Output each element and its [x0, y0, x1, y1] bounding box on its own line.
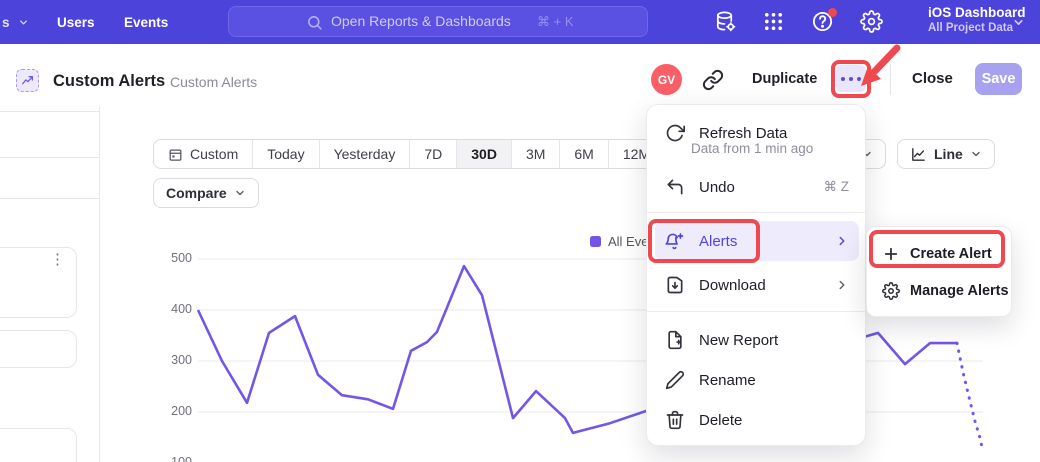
- sidebar-card[interactable]: [0, 247, 77, 318]
- chevron-right-icon: [835, 278, 849, 292]
- range-30d-selected[interactable]: 30D: [457, 140, 512, 168]
- sidebar-divider: [0, 111, 99, 112]
- nav-boards-partial[interactable]: s: [2, 0, 29, 44]
- copy-link-icon[interactable]: [702, 69, 724, 91]
- project-switcher[interactable]: iOS Dashboard All Project Data: [928, 5, 1026, 34]
- save-button[interactable]: Save: [975, 63, 1022, 95]
- line-chart-icon: [910, 146, 927, 163]
- report-icon: [16, 69, 39, 92]
- y-tick-label: 300: [150, 353, 192, 367]
- undo-shortcut: ⌘ Z: [824, 179, 850, 195]
- legend-swatch: [590, 236, 601, 247]
- gear-icon: [882, 282, 900, 300]
- menu-item-download[interactable]: Download: [655, 265, 859, 305]
- pencil-icon: [665, 370, 685, 390]
- series-line-dotted: [957, 343, 982, 447]
- y-tick-label: 500: [150, 251, 192, 265]
- download-icon: [665, 275, 685, 295]
- menu-item-alerts[interactable]: Alerts: [655, 221, 859, 261]
- app-window: 100200300400500 All Events - Total s Use…: [0, 0, 1040, 462]
- trash-icon: [665, 410, 685, 430]
- project-title: iOS Dashboard: [928, 5, 1026, 20]
- menu-item-rename[interactable]: Rename: [655, 362, 859, 398]
- y-tick-label: 200: [150, 404, 192, 418]
- search-icon: [306, 14, 323, 31]
- data-management-icon[interactable]: [714, 10, 737, 33]
- menu-item-undo[interactable]: Undo ⌘ Z: [655, 169, 859, 205]
- avatar[interactable]: GV: [651, 64, 682, 95]
- range-3m[interactable]: 3M: [512, 140, 560, 168]
- breadcrumb: Custom Alerts: [170, 74, 257, 90]
- range-today[interactable]: Today: [253, 140, 319, 168]
- y-tick-label: 400: [150, 302, 192, 316]
- sidebar-divider: [0, 198, 99, 199]
- kebab-menu-icon[interactable]: ⋮: [50, 256, 64, 264]
- chevron-down-icon: [234, 187, 246, 199]
- menu-divider: [647, 212, 867, 213]
- submenu-item-create-alert[interactable]: Create Alert: [874, 237, 1006, 271]
- page-title: Custom Alerts: [53, 72, 165, 91]
- search-input[interactable]: Open Reports & Dashboards ⌘ + K: [228, 6, 648, 37]
- top-navbar: s Users Events Open Reports & Dashboards…: [0, 0, 1040, 44]
- menu-item-refresh-sublabel: Data from 1 min ago: [691, 141, 813, 156]
- y-tick-label: 100: [150, 455, 192, 462]
- undo-icon: [665, 177, 685, 197]
- submenu-item-manage-alerts[interactable]: Manage Alerts: [874, 274, 1006, 308]
- refresh-icon: [665, 123, 685, 143]
- sidebar-card[interactable]: [0, 330, 77, 368]
- nav-item-users[interactable]: Users: [57, 0, 95, 44]
- nav-item-events[interactable]: Events: [124, 0, 168, 44]
- search-shortcut: ⌘ + K: [537, 14, 574, 30]
- menu-divider: [647, 311, 867, 312]
- chevron-down-icon: [18, 17, 29, 28]
- plus-icon: [882, 245, 900, 263]
- notification-badge: [828, 8, 837, 17]
- menu-item-delete[interactable]: Delete: [655, 402, 859, 438]
- sidebar-divider: [0, 157, 99, 158]
- chevron-down-icon: [970, 148, 982, 160]
- more-options-menu: Refresh Data Data from 1 min ago Undo ⌘ …: [646, 104, 866, 446]
- project-chevron-down-icon[interactable]: [1012, 16, 1025, 29]
- apps-grid-icon[interactable]: [762, 10, 785, 33]
- duplicate-button[interactable]: Duplicate: [752, 71, 817, 87]
- search-placeholder: Open Reports & Dashboards: [331, 13, 511, 29]
- compare-button[interactable]: Compare: [153, 178, 259, 208]
- header-divider: [890, 64, 891, 95]
- calendar-icon: [168, 147, 183, 162]
- project-subtitle: All Project Data: [928, 22, 1026, 34]
- sidebar-card[interactable]: [0, 428, 77, 462]
- range-7d[interactable]: 7D: [410, 140, 457, 168]
- chart-type-button[interactable]: Line: [897, 139, 995, 169]
- gear-icon[interactable]: [860, 10, 883, 33]
- close-button[interactable]: Close: [912, 70, 953, 87]
- more-options-button[interactable]: [836, 65, 866, 92]
- alerts-submenu: Create Alert Manage Alerts: [866, 226, 1012, 317]
- date-range-control: Custom Today Yesterday 7D 30D 3M 6M 12M: [153, 139, 665, 169]
- range-6m[interactable]: 6M: [560, 140, 608, 168]
- sidebar-border: [99, 106, 100, 462]
- range-custom[interactable]: Custom: [154, 140, 253, 168]
- range-yesterday[interactable]: Yesterday: [320, 140, 411, 168]
- alert-bell-icon: [665, 231, 685, 251]
- chevron-right-icon: [835, 234, 849, 248]
- menu-item-new-report[interactable]: New Report: [655, 322, 859, 358]
- new-report-icon: [665, 330, 685, 350]
